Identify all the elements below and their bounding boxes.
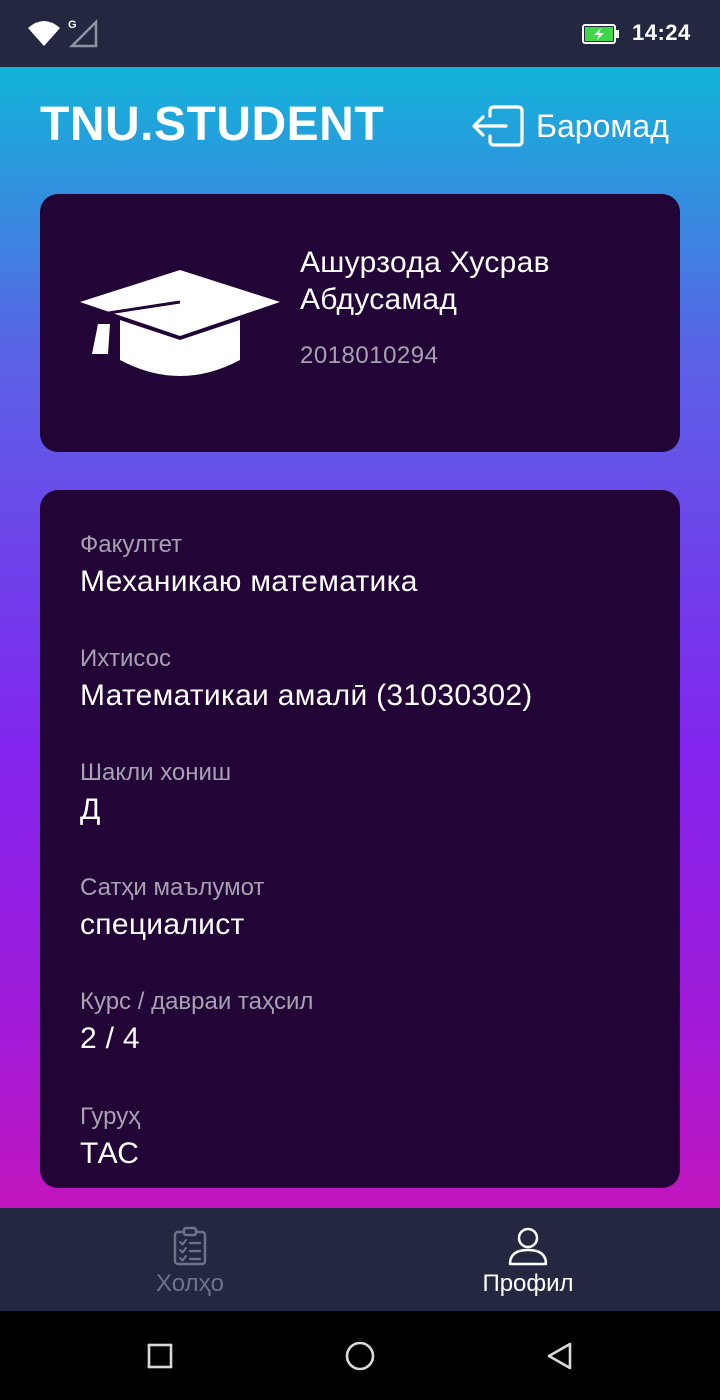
- nav-tab-label: Холҳо: [156, 1270, 224, 1297]
- info-label: Курс / давраи таҳсил: [80, 988, 314, 1015]
- profile-card: Ашурзода Хусрав Абдусамад 2018010294: [40, 194, 680, 452]
- info-row-specialty: Ихтисос Математикаи амалӣ (31030302): [80, 644, 660, 716]
- battery-icon: [582, 24, 619, 44]
- student-info-card: Факултет Механикаю математика Ихтисос Ма…: [40, 490, 680, 1188]
- info-row-faculty: Факултет Механикаю математика: [80, 530, 660, 602]
- student-name: Ашурзода Хусрав Абдусамад: [300, 246, 550, 316]
- nav-tab-profile[interactable]: Профил: [348, 1208, 708, 1311]
- info-value: специалист: [80, 908, 245, 941]
- info-row-group: Гуруҳ ТАС: [80, 1102, 660, 1174]
- recent-apps-button[interactable]: [145, 1341, 175, 1371]
- info-row-education-level: Сатҳи маълумот специалист: [80, 873, 660, 945]
- info-value: 2 / 4: [80, 1022, 140, 1055]
- info-label: Гуруҳ: [80, 1103, 141, 1130]
- logout-icon: [472, 105, 524, 147]
- back-button[interactable]: [545, 1341, 575, 1371]
- info-value: Механикаю математика: [80, 565, 418, 598]
- info-label: Факултет: [80, 531, 183, 558]
- status-bar: G 14:24: [0, 0, 720, 67]
- clipboard-checklist-icon: [173, 1226, 207, 1266]
- graduation-cap-icon: [80, 270, 280, 376]
- recent-apps-icon: [147, 1343, 173, 1369]
- app-title: TNU.STUDENT: [40, 98, 385, 151]
- network-type-label: G: [68, 19, 77, 31]
- info-value: Д: [80, 793, 101, 826]
- nav-tab-tasks[interactable]: Холҳо: [10, 1208, 370, 1311]
- info-value: ТАС: [80, 1137, 140, 1170]
- back-icon: [547, 1342, 572, 1370]
- main-content: TNU.STUDENT Баромад Ашурзода Хусрав Абду…: [0, 67, 720, 1208]
- info-label: Ихтисос: [80, 645, 171, 672]
- system-navigation-bar: [0, 1311, 720, 1400]
- student-id: 2018010294: [300, 342, 439, 369]
- home-icon: [345, 1341, 375, 1371]
- signal-icon: G: [68, 18, 98, 48]
- bottom-navigation: Холҳо Профил: [0, 1208, 720, 1311]
- logout-button[interactable]: Баромад: [470, 103, 669, 149]
- clock: 14:24: [632, 20, 691, 45]
- info-row-study-form: Шакли хониш Д: [80, 758, 660, 830]
- info-label: Сатҳи маълумот: [80, 874, 265, 901]
- home-button[interactable]: [345, 1341, 375, 1371]
- logout-label: Баромад: [536, 107, 669, 144]
- user-icon: [508, 1227, 548, 1266]
- wifi-icon: [28, 21, 60, 46]
- info-value: Математикаи амалӣ (31030302): [80, 679, 533, 712]
- nav-tab-label: Профил: [482, 1270, 574, 1297]
- info-row-course: Курс / давраи таҳсил 2 / 4: [80, 987, 660, 1059]
- info-label: Шакли хониш: [80, 759, 232, 786]
